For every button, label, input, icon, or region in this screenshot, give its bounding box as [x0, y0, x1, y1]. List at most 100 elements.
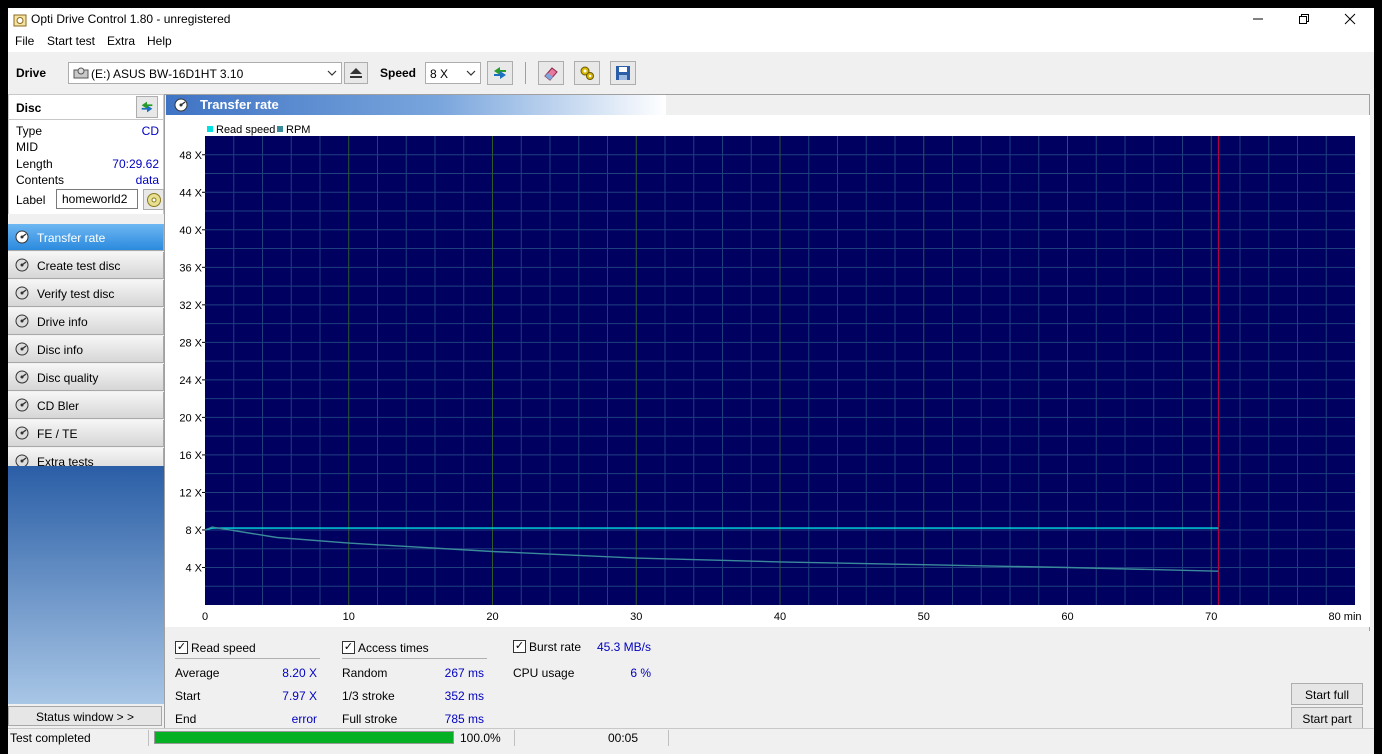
disc-label-label: Label	[16, 193, 46, 207]
disc-length-value: 70:29.62	[112, 157, 159, 171]
third-stroke-label: 1/3 stroke	[342, 689, 395, 703]
y-tick-label: 20 X	[179, 412, 202, 424]
panel-title: Transfer rate	[200, 97, 279, 112]
status-window-button[interactable]: Status window > >	[8, 706, 162, 726]
x-tick-label: 30	[630, 611, 642, 623]
refresh-icon	[141, 101, 153, 113]
refresh-speed-button[interactable]	[487, 61, 513, 85]
y-tick-label: 32 X	[179, 300, 202, 312]
full-stroke-value: 785 ms	[444, 712, 484, 726]
legend-swatch	[207, 126, 213, 132]
drive-value: (E:) ASUS BW-16D1HT 3.10	[91, 67, 244, 81]
disc-info-panel: Type CD MID Length 70:29.62 Contents dat…	[8, 120, 164, 214]
nav-fe-te[interactable]: FE / TE	[8, 420, 164, 447]
y-tick-label: 28 X	[179, 337, 202, 349]
x-tick-label: 70	[1205, 611, 1217, 623]
y-tick-label: 36 X	[179, 262, 202, 274]
progress-fill	[155, 732, 453, 743]
nav-label: Transfer rate	[37, 231, 106, 245]
disc-label-field[interactable]: homeworld2	[56, 189, 138, 209]
settings-button[interactable]	[574, 61, 600, 85]
end-value: error	[291, 712, 317, 726]
nav-disc-info[interactable]: Disc info	[8, 336, 164, 363]
nav-create-test-disc[interactable]: Create test disc	[8, 252, 164, 279]
refresh-icon	[494, 67, 506, 79]
x-tick-label: 50	[918, 611, 930, 623]
burst-rate-value: 45.3 MB/s	[596, 640, 651, 654]
read-speed-label: Read speed	[191, 641, 256, 655]
nav-label: Create test disc	[37, 259, 121, 273]
y-tick-label: 44 X	[179, 187, 202, 199]
eject-button[interactable]	[344, 62, 368, 84]
nav-verify-test-disc[interactable]: Verify test disc	[8, 280, 164, 307]
legend-swatch	[277, 126, 283, 132]
divider	[514, 730, 515, 746]
start-part-button[interactable]: Start part	[1291, 707, 1363, 729]
start-full-button[interactable]: Start full	[1291, 683, 1363, 705]
random-value: 267 ms	[444, 666, 484, 680]
speed-select[interactable]: 8 X	[425, 62, 481, 84]
title-bar: Opti Drive Control 1.80 - unregistered	[8, 8, 1374, 32]
y-tick-label: 16 X	[179, 450, 202, 462]
burst-rate-label: Burst rate	[529, 640, 582, 654]
toolbar: Drive (E:) ASUS BW-16D1HT 3.10 Speed 8 X	[8, 56, 1374, 90]
nav-transfer-rate[interactable]: Transfer rate	[8, 224, 164, 251]
disc-gauge-icon	[15, 342, 29, 356]
end-label: End	[175, 712, 197, 726]
chevron-down-icon	[466, 70, 476, 76]
x-tick-label: 40	[774, 611, 786, 623]
gear-icon	[580, 66, 594, 80]
disc-length-label: Length	[16, 157, 53, 171]
x-tick-label: 0	[202, 611, 208, 623]
status-bar: Test completed 100.0% 00:05	[8, 728, 1374, 746]
chart-svg: 4 X 8 X 12 X 16 X 20 X 24 X 28 X 32 X 36 X 40 X 44…	[179, 124, 1361, 623]
speed-label: Speed	[380, 66, 417, 80]
y-tick-label: 24 X	[179, 375, 202, 387]
cpu-usage-label: CPU usage	[513, 666, 575, 680]
menu-help[interactable]: Help	[147, 34, 172, 48]
erase-button[interactable]	[538, 61, 564, 85]
nav-disc-quality[interactable]: Disc quality	[8, 364, 164, 391]
menu-start-test[interactable]: Start test	[47, 34, 95, 48]
divider	[148, 730, 149, 746]
nav-label: Verify test disc	[37, 287, 115, 301]
close-button[interactable]	[1327, 8, 1373, 30]
disc-length-row: Length 70:29.62	[16, 157, 159, 173]
menu-extra[interactable]: Extra	[107, 34, 135, 48]
disc-label-button[interactable]	[143, 189, 164, 210]
y-tick-label: 40 X	[179, 225, 202, 237]
disc-gauge-icon	[15, 314, 29, 328]
divider	[175, 658, 320, 659]
restore-button[interactable]	[1281, 8, 1327, 30]
nav-label: FE / TE	[37, 427, 78, 441]
y-tick-label: 4 X	[185, 562, 202, 574]
disc-label-row: Label homeworld2	[16, 186, 164, 214]
burst-rate-checkbox[interactable]: ✓	[513, 640, 526, 653]
third-stroke-value: 352 ms	[444, 689, 484, 703]
access-times-checkbox[interactable]: ✓	[342, 641, 355, 654]
disc-header: Disc	[8, 94, 164, 120]
access-times-label: Access times	[358, 641, 429, 655]
nav-drive-info[interactable]: Drive info	[8, 308, 164, 335]
nav-label: Disc quality	[37, 371, 99, 385]
disc-type-value: CD	[141, 124, 159, 138]
menu-file[interactable]: File	[15, 34, 34, 48]
drive-select[interactable]: (E:) ASUS BW-16D1HT 3.10	[68, 62, 342, 84]
restore-icon	[1299, 14, 1309, 24]
elapsed-time: 00:05	[608, 731, 639, 745]
minimize-icon	[1253, 18, 1263, 20]
nav-cd-bler[interactable]: CD Bler	[8, 392, 164, 419]
read-speed-checkbox[interactable]: ✓	[175, 641, 188, 654]
disc-gauge-icon	[15, 398, 29, 412]
minimize-button[interactable]	[1235, 8, 1281, 30]
save-button[interactable]	[610, 61, 636, 85]
y-tick-label: 12 X	[179, 487, 202, 499]
menu-bar: File Start test Extra Help	[8, 32, 1374, 52]
refresh-disc-button[interactable]	[136, 96, 158, 118]
disc-contents-value: data	[135, 173, 159, 187]
save-icon	[616, 66, 630, 80]
status-text: Test completed	[10, 731, 91, 745]
app-icon	[13, 14, 27, 27]
disc-type-row: Type CD	[16, 124, 159, 140]
nav-background	[8, 466, 164, 704]
